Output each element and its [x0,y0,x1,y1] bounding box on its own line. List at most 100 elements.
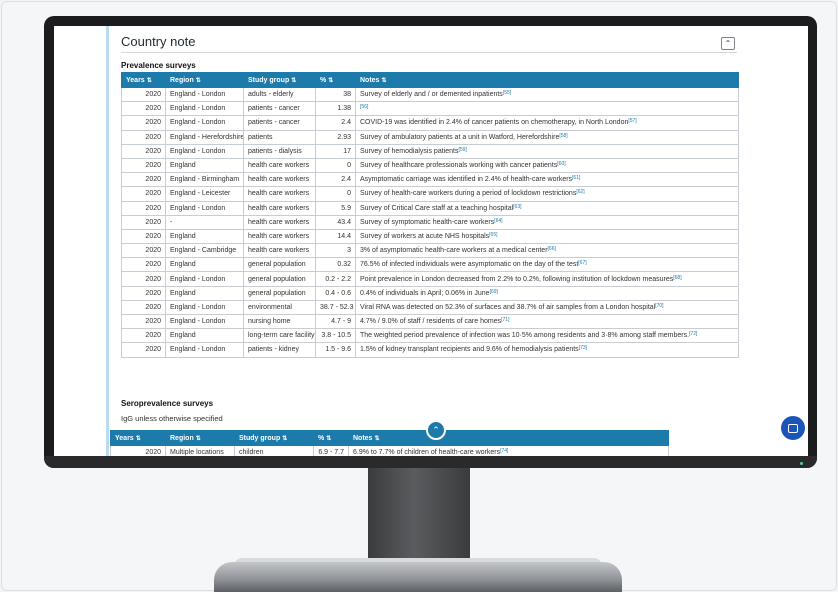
region-cell: England - London [165,342,244,358]
study-group-cell: patients [243,129,316,145]
year-cell: 2020 [121,243,166,259]
notes-cell: The weighted period prevalence of infect… [355,328,739,344]
column-header[interactable]: Study group ⇅ [243,72,316,88]
study-group-cell: health care workers [243,172,316,188]
reference-link[interactable]: [64] [494,218,502,224]
year-cell: 2020 [121,285,166,301]
table-row: 2020 England long-term care facility 3.8 - … [121,328,739,344]
column-header[interactable]: % ⇅ [313,430,349,446]
column-header[interactable]: Region ⇅ [165,72,244,88]
sort-icon: ⇅ [146,77,152,84]
region-cell: England [165,285,244,301]
year-cell: 2020 [121,86,166,103]
reference-link[interactable]: [71] [501,317,509,323]
year-cell: 2020 [121,313,166,330]
region-cell: England - Herefordshire [165,129,244,145]
reference-link[interactable]: [73] [579,345,587,351]
year-cell: 2020 [121,115,166,131]
seroprevalence-subtitle: IgG unless otherwise specified [121,414,223,423]
prevalence-section-title: Prevalence surveys [121,61,196,70]
percent-cell: 3 [315,243,356,259]
reference-link[interactable]: [63] [513,204,521,210]
notes-cell: Survey of ambulatory patients at a unit … [355,129,739,145]
region-cell: England - London [165,313,244,330]
region-cell: England - Cambridge [165,243,244,259]
table-row: 2020 England - Leicester health care worke… [121,186,739,202]
region-cell: England [165,228,244,245]
reference-link[interactable]: [70] [655,303,663,309]
region-cell: England [165,328,244,344]
study-group-cell: health care workers [243,228,316,245]
title-divider [121,52,737,53]
reference-link[interactable]: [55] [503,90,511,96]
region-cell: England - London [165,101,244,117]
region-cell: England [165,157,244,174]
monitor-chin [44,456,817,468]
percent-cell: 0 [315,186,356,202]
notes-cell: Survey of symptomatic health-care worker… [355,214,739,230]
year-cell: 2020 [121,129,166,145]
column-header[interactable]: Study group ⇅ [234,430,314,446]
reference-link[interactable]: [57] [628,118,636,124]
notes-cell: COVID-19 was identified in 2.4% of cance… [355,115,739,131]
year-cell: 2020 [121,186,166,202]
monitor-stand-base [214,562,622,592]
column-header[interactable]: Years ⇅ [121,72,166,88]
reference-link[interactable]: [58] [559,133,567,139]
reference-link[interactable]: [61] [572,175,580,181]
region-cell: England [165,257,244,273]
chevron-up-icon: ⌃ [432,424,440,435]
table-row: 2020 England - Herefordshire patients 2.93 S… [121,129,739,145]
table-row: 2020 England general population 0.32 76.5% o… [121,257,739,273]
reference-link[interactable]: [62] [576,189,584,195]
notes-cell: [56] [355,101,739,117]
column-header[interactable]: Notes ⇅ [348,430,669,446]
chat-button[interactable] [781,416,805,440]
year-cell: 2020 [121,172,166,188]
table-row: 2020 England - Cambridge health care worke… [121,243,739,259]
table-row: 2020 England - London nursing home 4.7 - 94… [121,313,739,330]
percent-cell: 2.4 [315,115,356,131]
table-row: 2020 England - London patients - cancer 1.3… [121,101,739,117]
reference-link[interactable]: [72] [689,331,697,337]
reference-link[interactable]: [69] [490,289,498,295]
reference-link[interactable]: [66] [548,246,556,252]
region-cell: - [165,214,244,230]
scroll-up-button[interactable]: ⌃ [426,420,446,440]
sort-icon: ⇅ [291,77,297,84]
notes-cell: 3% of asymptomatic health-care workers a… [355,243,739,259]
card-title: Country note [121,34,196,49]
column-header[interactable]: Notes ⇅ [355,72,739,88]
table-row: 2020 England - Birmingham health care work… [121,172,739,188]
percent-cell: 0 [315,157,356,174]
table-row: 2020 England - London health care workers 5… [121,200,739,216]
column-header[interactable]: % ⇅ [315,72,356,88]
reference-link[interactable]: [56] [360,104,368,110]
reference-link[interactable]: [74] [500,448,508,454]
notes-cell: Survey of elderly and / or demented inpa… [355,86,739,103]
notes-cell: 76.5% of infected individuals were asymp… [355,257,739,273]
study-group-cell: patients - cancer [243,101,316,117]
reference-link[interactable]: [67] [578,260,586,266]
region-cell: England - London [165,299,244,316]
study-group-cell: environmental [243,299,316,316]
notes-cell: Survey of hemodialysis patients[59] [355,143,739,159]
collapse-button[interactable]: ⌃ [721,37,735,50]
percent-cell: 0.32 [315,257,356,273]
percent-cell: 38 [315,86,356,103]
reference-link[interactable]: [59] [458,147,466,153]
monitor-screen: Country note ⌃ Prevalence surveys Years ⇅… [54,26,808,456]
reference-link[interactable]: [60] [557,161,565,167]
reference-link[interactable]: [65] [489,232,497,238]
study-group-cell: nursing home [243,313,316,330]
table-row: 2020 England health care workers 0 Survey of… [121,157,739,174]
sort-icon: ⇅ [381,77,387,84]
table-row: 2020 England - London general population 0.… [121,271,739,287]
year-cell: 2020 [121,228,166,245]
region-cell: England - London [165,86,244,103]
column-header[interactable]: Years ⇅ [110,430,166,446]
region-cell: England - London [165,115,244,131]
reference-link[interactable]: [68] [673,275,681,281]
study-group-cell: health care workers [243,243,316,259]
column-header[interactable]: Region ⇅ [165,430,235,446]
